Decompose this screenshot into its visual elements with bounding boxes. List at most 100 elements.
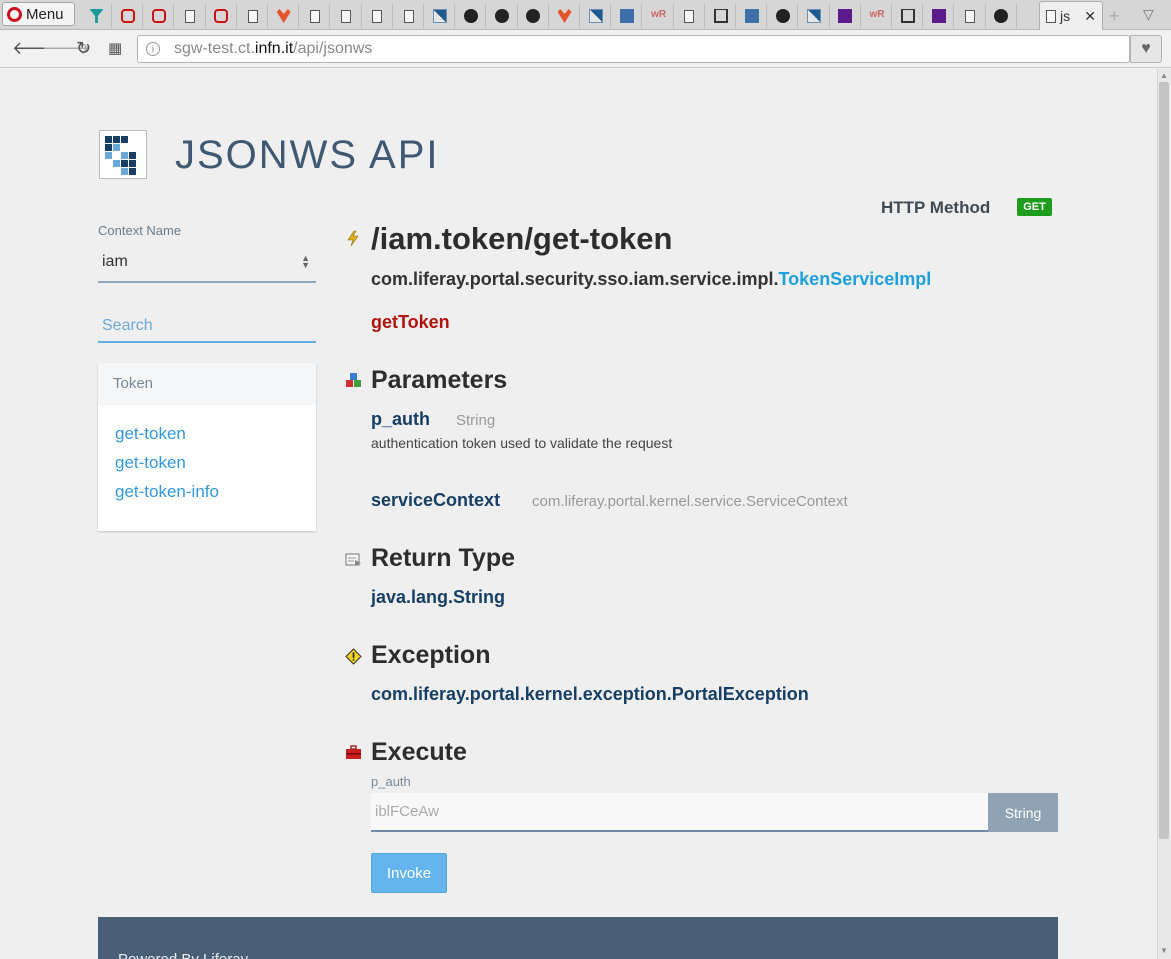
speed-dial-icon[interactable]: ▦ xyxy=(108,39,122,59)
gh-favicon-icon xyxy=(463,9,478,23)
pinned-tab[interactable] xyxy=(893,4,924,28)
pinned-tab[interactable] xyxy=(238,4,268,28)
blue-favicon-icon xyxy=(744,9,759,23)
pinned-tab[interactable] xyxy=(956,4,986,28)
chk-favicon-icon xyxy=(432,9,447,23)
doc-favicon-icon xyxy=(403,9,414,23)
scroll-up-icon[interactable]: ▲ xyxy=(1160,71,1168,80)
param-name-service-context: serviceContext xyxy=(371,490,501,510)
pinned-tab[interactable] xyxy=(737,4,768,28)
bookmark-heart-icon[interactable]: ♥ xyxy=(1130,35,1162,63)
p-auth-input[interactable] xyxy=(371,793,988,832)
class-name-link[interactable]: TokenServiceImpl xyxy=(779,269,932,289)
doc-favicon-icon xyxy=(185,9,196,23)
nav-link-get-token-info[interactable]: get-token-info xyxy=(115,482,219,502)
browser-menu-button[interactable]: Menu xyxy=(2,2,75,26)
pinned-tab[interactable] xyxy=(519,4,549,28)
parameters-blocks-icon xyxy=(346,373,361,387)
pinned-tab[interactable] xyxy=(332,4,362,28)
context-name-select[interactable]: iam ▲ ▼ xyxy=(98,243,316,283)
nav-link-get-token[interactable]: get-token xyxy=(115,424,186,444)
context-name-label: Context Name xyxy=(98,223,182,238)
doc-favicon-icon xyxy=(965,9,976,23)
pinned-tab[interactable] xyxy=(425,4,456,28)
close-tab-icon[interactable]: ✕ xyxy=(1084,8,1096,25)
link-favicon-icon xyxy=(684,9,695,23)
liferay-logo xyxy=(99,130,147,179)
search-input[interactable] xyxy=(98,303,316,343)
doc-favicon-icon xyxy=(341,9,352,23)
param-type: com.liferay.portal.kernel.service.Servic… xyxy=(532,493,848,510)
pinned-tab[interactable] xyxy=(82,4,112,28)
navigation-bar: 🡐 🡒 ↻ ▦ i sgw-test.ct. infn.it/api/jsonws… xyxy=(0,30,1171,68)
exception-value: com.liferay.portal.kernel.exception.Port… xyxy=(371,684,809,704)
chk-favicon-icon xyxy=(807,9,822,23)
tab-bar: Menu wR wR js ✕ + ▽ xyxy=(0,0,1171,30)
scroll-down-icon[interactable]: ▼ xyxy=(1160,946,1168,955)
pinned-tab[interactable] xyxy=(300,4,331,28)
pinned-tab[interactable] xyxy=(207,4,237,28)
endpoint-heading: /iam.token/get-token xyxy=(371,221,673,256)
exception-heading: Exception xyxy=(371,641,491,669)
yahoo-favicon-icon xyxy=(931,9,946,23)
wr-favicon-icon: wR xyxy=(869,9,885,20)
param-name-p-auth: p_auth xyxy=(371,409,431,429)
warning-icon xyxy=(345,648,362,665)
active-tab-title: js xyxy=(1060,8,1071,24)
service-nav-card: Token get-token get-token get-token-info xyxy=(98,363,316,531)
circle-favicon-icon xyxy=(838,9,853,23)
fox-favicon-icon xyxy=(276,9,291,23)
pinned-tab[interactable] xyxy=(144,4,175,28)
pinned-tab[interactable] xyxy=(581,4,612,28)
active-tab[interactable]: js ✕ xyxy=(1039,1,1103,30)
pinned-tab[interactable] xyxy=(831,4,861,28)
execute-field-label: p_auth xyxy=(371,774,411,789)
footer-text: Powered By Liferay xyxy=(118,951,248,959)
pinned-tab[interactable] xyxy=(768,4,799,28)
pinned-tab[interactable]: wR xyxy=(862,4,892,28)
pinned-tab[interactable] xyxy=(488,4,518,28)
url-host: infn.it xyxy=(254,40,294,57)
page-title: JSONWS API xyxy=(175,133,440,177)
pinned-tab[interactable] xyxy=(924,4,955,28)
pinned-tab[interactable] xyxy=(394,4,424,28)
doc-favicon-icon xyxy=(372,9,383,23)
select-arrows-icon: ▲ ▼ xyxy=(301,253,310,270)
invoke-button[interactable]: Invoke xyxy=(371,853,447,893)
gh-favicon-icon xyxy=(526,9,541,23)
tab-menu-icon[interactable]: ▽ xyxy=(1143,6,1154,23)
pdf-favicon-icon xyxy=(214,9,229,23)
site-info-icon[interactable]: i xyxy=(146,42,160,56)
chk-favicon-icon xyxy=(588,9,603,23)
pinned-tab[interactable] xyxy=(113,4,144,28)
pinned-tab[interactable] xyxy=(550,4,580,28)
pinned-tab[interactable] xyxy=(612,4,643,28)
parameters-heading: Parameters xyxy=(371,366,508,394)
execute-heading: Execute xyxy=(371,738,467,766)
new-tab-icon[interactable]: + xyxy=(1109,6,1120,27)
pinned-tab[interactable] xyxy=(800,4,830,28)
pinned-tab[interactable]: wR xyxy=(644,4,674,28)
reload-icon[interactable]: ↻ xyxy=(76,38,91,58)
method-name: getToken xyxy=(371,312,450,332)
opera-logo-icon xyxy=(7,6,22,22)
blue-favicon-icon xyxy=(619,9,634,23)
doc-favicon-icon xyxy=(247,9,258,23)
page-favicon-icon xyxy=(1046,9,1056,23)
scroll-thumb[interactable] xyxy=(1159,82,1169,839)
pinned-tab[interactable] xyxy=(456,4,487,28)
pinned-tab[interactable] xyxy=(675,4,705,28)
book-favicon-icon xyxy=(713,9,728,23)
return-type-icon xyxy=(345,553,361,566)
nav-link-get-token[interactable]: get-token xyxy=(115,453,186,473)
pinned-tab[interactable] xyxy=(363,4,393,28)
wr-favicon-icon: wR xyxy=(651,9,667,20)
return-type-value: java.lang.String xyxy=(371,587,506,607)
address-bar[interactable]: i sgw-test.ct. infn.it/api/jsonws xyxy=(137,35,1130,63)
pinned-tab[interactable] xyxy=(987,4,1017,28)
pinned-tab[interactable] xyxy=(706,4,736,28)
param-description: authentication token used to validate th… xyxy=(371,435,673,451)
pinned-tab[interactable] xyxy=(269,4,300,28)
pinned-tab[interactable] xyxy=(176,4,206,28)
url-host-prefix: sgw-test.ct. xyxy=(174,40,255,57)
